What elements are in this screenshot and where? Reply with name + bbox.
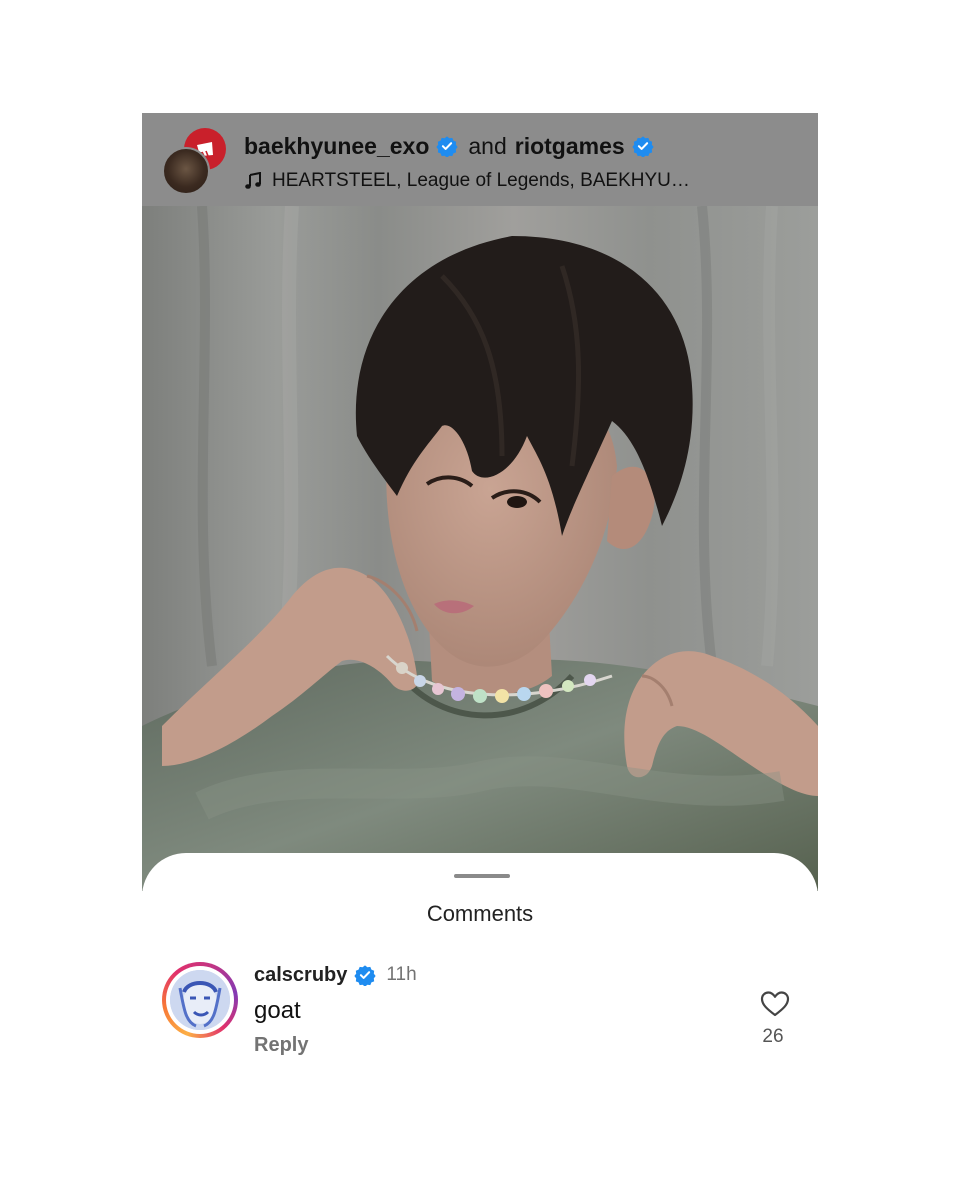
- audio-attribution[interactable]: HEARTSTEEL, League of Legends, BAEKHYU…: [244, 167, 690, 195]
- like-count: 26: [762, 1026, 784, 1047]
- collaborator-username[interactable]: riotgames: [515, 133, 625, 160]
- comment-avatar-story-ring[interactable]: [162, 962, 238, 1038]
- heart-icon[interactable]: [760, 990, 790, 1018]
- post-photo[interactable]: [142, 206, 818, 891]
- comments-sheet: Comments calscruby 11h goat Reply 26: [142, 853, 818, 1200]
- sheet-drag-handle[interactable]: [454, 874, 510, 878]
- music-note-icon: [245, 172, 261, 189]
- post-header: baekhyunee_exo and riotgames HEARTSTEEL,…: [142, 113, 818, 206]
- portrait-image: [142, 206, 818, 891]
- post-card: baekhyunee_exo and riotgames HEARTSTEEL,…: [142, 113, 818, 891]
- post-authors: baekhyunee_exo and riotgames: [244, 129, 654, 163]
- collab-avatars[interactable]: [162, 128, 228, 195]
- comments-title: Comments: [426, 901, 534, 926]
- audio-track-text: HEARTSTEEL, League of Legends, BAEKHYU…: [272, 170, 690, 191]
- author-username[interactable]: baekhyunee_exo: [244, 133, 429, 160]
- comment-text: goat: [254, 997, 301, 1024]
- reply-button[interactable]: Reply: [254, 1034, 308, 1057]
- commenter-username[interactable]: calscruby: [254, 964, 347, 987]
- verified-badge-icon: [436, 136, 459, 157]
- comment-timestamp: 11h: [386, 964, 417, 985]
- verified-badge-icon: [354, 965, 377, 986]
- verified-badge-icon: [632, 136, 654, 157]
- and-connector: and: [468, 132, 507, 159]
- baekhyunee-avatar[interactable]: [162, 147, 210, 195]
- commenter-avatar: [170, 970, 230, 1030]
- comment-meta: calscruby 11h: [254, 961, 417, 989]
